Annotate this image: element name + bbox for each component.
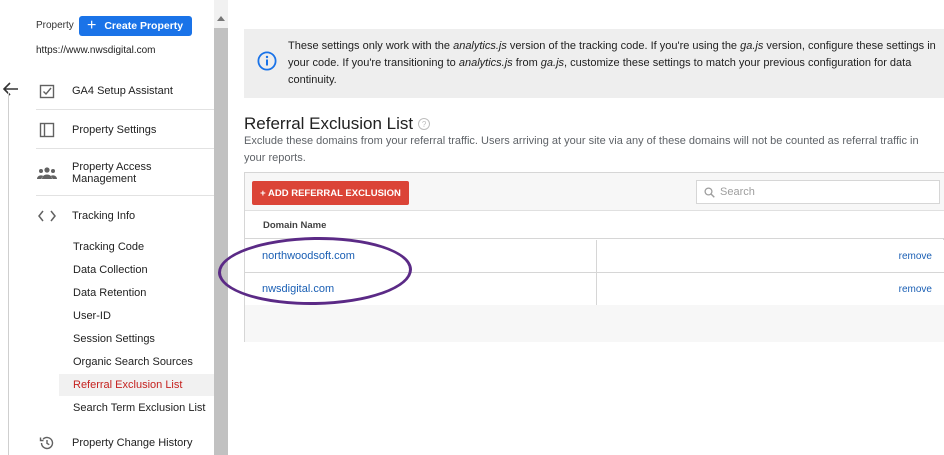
column-divider bbox=[596, 273, 597, 306]
table-footer bbox=[245, 305, 944, 342]
add-referral-exclusion-button[interactable]: + ADD REFERRAL EXCLUSION bbox=[252, 181, 409, 205]
column-header-domain[interactable]: Domain Name bbox=[263, 220, 326, 231]
info-text: These settings only work with the analyt… bbox=[288, 40, 936, 86]
sidebar-item-label: Property Change History bbox=[72, 437, 193, 449]
sidebar-subitem-data-collection[interactable]: Data Collection bbox=[59, 259, 214, 281]
search-icon bbox=[704, 186, 715, 198]
referral-exclusion-table: + ADD REFERRAL EXCLUSION Domain Name nor… bbox=[244, 172, 944, 342]
sidebar-item-property-settings[interactable]: Property Settings bbox=[36, 119, 214, 141]
create-property-button[interactable]: + Create Property bbox=[79, 16, 192, 36]
sidebar-subitem-search-term-exclusion-list[interactable]: Search Term Exclusion List bbox=[59, 397, 214, 419]
left-rail bbox=[0, 0, 22, 455]
sidebar-divider bbox=[36, 148, 214, 149]
info-banner: These settings only work with the analyt… bbox=[244, 29, 944, 98]
page-title: Referral Exclusion List ? bbox=[244, 114, 431, 134]
sidebar-divider bbox=[36, 109, 214, 110]
sidebar-subitem-user-id[interactable]: User-ID bbox=[59, 305, 214, 327]
help-icon[interactable]: ? bbox=[418, 118, 431, 130]
column-header: Domain Name bbox=[245, 211, 944, 239]
page-title-text: Referral Exclusion List bbox=[244, 114, 414, 133]
sidebar-item-label: Tracking Info bbox=[72, 210, 136, 222]
plus-icon: + bbox=[87, 17, 97, 34]
sidebar-item-tracking-info[interactable]: Tracking Info bbox=[36, 205, 214, 227]
sidebar-item-label: GA4 Setup Assistant bbox=[72, 85, 173, 97]
sidebar-subitem-referral-exclusion-list[interactable]: Referral Exclusion List bbox=[59, 374, 214, 396]
layout-icon bbox=[36, 119, 58, 141]
domain-link[interactable]: northwoodsoft.com bbox=[262, 250, 355, 262]
search-box[interactable] bbox=[696, 180, 940, 204]
code-icon bbox=[36, 205, 58, 227]
sidebar-subitem-organic-search-sources[interactable]: Organic Search Sources bbox=[59, 351, 214, 373]
table-row: nwsdigital.com remove bbox=[245, 273, 944, 306]
scroll-up-icon[interactable] bbox=[214, 12, 228, 24]
column-divider bbox=[596, 240, 597, 273]
sidebar-subitem-session-settings[interactable]: Session Settings bbox=[59, 328, 214, 350]
table-toolbar: + ADD REFERRAL EXCLUSION bbox=[245, 173, 944, 211]
sidebar-item-label: Property Access Management bbox=[72, 161, 152, 185]
sidebar: Property + Create Property https://www.n… bbox=[22, 0, 214, 455]
back-button[interactable] bbox=[0, 78, 22, 100]
arrow-left-icon bbox=[3, 82, 18, 96]
domain-link[interactable]: nwsdigital.com bbox=[262, 283, 334, 295]
sidebar-item-label: Property Settings bbox=[72, 124, 157, 136]
sidebar-subitem-data-retention[interactable]: Data Retention bbox=[59, 282, 214, 304]
property-url: https://www.nwsdigital.com bbox=[36, 45, 156, 56]
sidebar-item-access-management[interactable]: Property Access Management bbox=[36, 161, 214, 185]
info-icon bbox=[257, 51, 277, 71]
checkbox-icon bbox=[36, 80, 58, 102]
rail-divider bbox=[8, 92, 9, 455]
scrollbar-thumb[interactable] bbox=[214, 28, 228, 455]
page-description: Exclude these domains from your referral… bbox=[244, 135, 919, 164]
table-row: northwoodsoft.com remove bbox=[245, 240, 944, 273]
sidebar-item-change-history[interactable]: Property Change History bbox=[36, 432, 214, 454]
people-icon bbox=[36, 162, 58, 184]
property-label: Property bbox=[36, 20, 74, 31]
sidebar-divider bbox=[36, 195, 214, 196]
history-icon bbox=[36, 432, 58, 454]
search-input[interactable] bbox=[720, 186, 930, 198]
create-property-label: Create Property bbox=[104, 20, 184, 32]
sidebar-subitem-tracking-code[interactable]: Tracking Code bbox=[59, 236, 214, 258]
remove-link[interactable]: remove bbox=[899, 284, 932, 295]
remove-link[interactable]: remove bbox=[899, 251, 932, 262]
sidebar-item-ga4-setup[interactable]: GA4 Setup Assistant bbox=[36, 80, 214, 102]
